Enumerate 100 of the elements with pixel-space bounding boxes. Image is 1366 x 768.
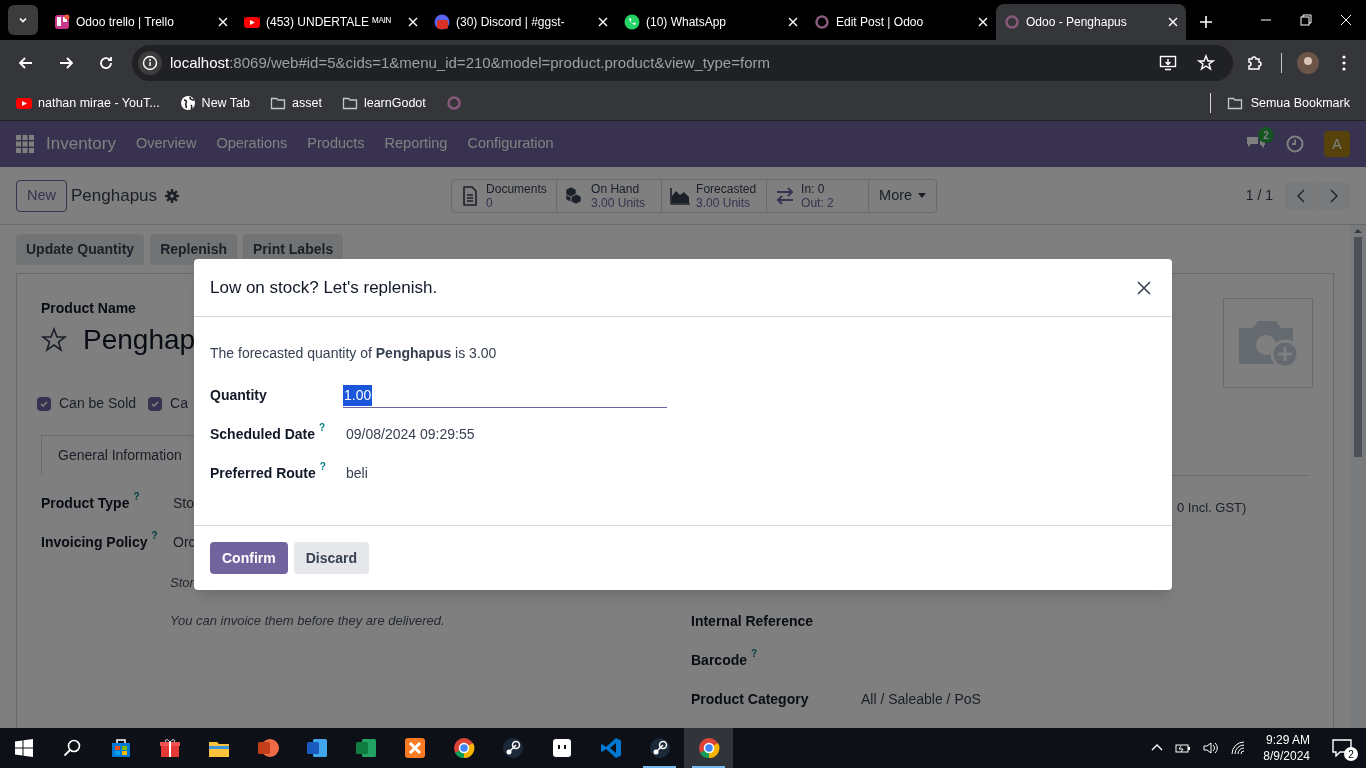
app-name[interactable]: Inventory (46, 131, 116, 157)
checkbox-label: Ca (170, 394, 188, 413)
scrollbar[interactable] (1350, 225, 1366, 728)
bookmark[interactable]: learnGodot (337, 89, 430, 117)
more-button[interactable]: More (869, 179, 937, 212)
clock[interactable]: 9:29 AM 8/9/2024 (1259, 732, 1314, 764)
gear-icon[interactable] (165, 188, 180, 203)
slides-app-icon (256, 737, 279, 759)
help-tooltip[interactable]: ? (319, 422, 326, 434)
action-button[interactable]: Replenish (150, 234, 238, 265)
dialog-title: Low on stock? Let's replenish. (210, 276, 438, 299)
code-editor-app-icon (599, 737, 622, 759)
tab-title: Edit Post | Odoo (836, 14, 925, 31)
avatar-icon[interactable] (1297, 52, 1319, 74)
discard-button[interactable]: Discard (293, 542, 370, 574)
bookmark[interactable]: asset (266, 89, 326, 117)
field-label: Preferred Route (210, 464, 316, 483)
speaker-icon[interactable] (1203, 741, 1220, 755)
smart-button[interactable]: On Hand 3.00 Units (557, 179, 663, 212)
folder-icon (341, 95, 358, 111)
help-tooltip[interactable]: ? (133, 491, 140, 503)
field-label: Product Category (691, 690, 809, 709)
ring-icon (1004, 14, 1020, 30)
url-text: localhost:8069/web#id=5&cids=1&menu_id=210&model=product.product&view_type=form (170, 52, 771, 73)
checkbox[interactable] (148, 396, 163, 411)
checkmark-icon (39, 398, 49, 409)
chevron-left-icon (1297, 188, 1305, 203)
puzzle-icon[interactable] (1246, 54, 1264, 72)
close-icon[interactable] (1340, 14, 1352, 26)
box-face-app-icon (550, 737, 573, 759)
search-icon[interactable] (63, 739, 81, 757)
tab-list-button[interactable] (8, 5, 38, 35)
field-label: Quantity (210, 386, 267, 405)
browser-tab[interactable]: (453) UNDERTALE ᴹᴬᴵᴺ (236, 4, 426, 40)
transfer-arrows-icon (775, 185, 796, 206)
windows-logo-icon[interactable] (15, 739, 33, 757)
checkbox[interactable] (37, 396, 51, 411)
restore-icon[interactable] (1300, 14, 1312, 26)
browser-tab[interactable]: Odoo - Penghapus (996, 4, 1186, 40)
tab-title: (453) UNDERTALE ᴹᴬᴵᴺ (266, 14, 392, 31)
user-avatar[interactable]: A (1324, 131, 1350, 157)
browser-tab[interactable]: Odoo trello | Trello (46, 4, 236, 40)
menu-item[interactable]: Overview (135, 133, 197, 155)
steam-app-icon (501, 737, 524, 759)
kebab-menu-icon[interactable] (1342, 55, 1346, 71)
app-grid-icon[interactable] (16, 135, 34, 153)
browser-tab[interactable]: Edit Post | Odoo (806, 4, 996, 40)
browser-tab[interactable]: (30) Discord | #ggst- (426, 4, 616, 40)
document-app-icon (305, 737, 328, 759)
smart-button[interactable]: Documents 0 (452, 179, 558, 212)
quantity-input[interactable]: 1.00 (343, 383, 667, 408)
area-chart-icon (670, 185, 691, 206)
help-note: Stor (170, 574, 195, 592)
close-icon[interactable] (408, 17, 418, 27)
action-button[interactable]: Update Quantity (16, 234, 145, 265)
folder-icon (1226, 95, 1243, 111)
help-tooltip[interactable]: ? (151, 530, 158, 542)
info-icon (138, 51, 162, 75)
back-icon[interactable] (18, 55, 34, 71)
reload-icon[interactable] (98, 55, 114, 71)
close-icon (1137, 280, 1151, 295)
bookmark[interactable]: nathan mirae - YouT... (12, 89, 164, 117)
taskbar-app[interactable] (684, 728, 733, 768)
message-count-badge: 2 (1258, 127, 1274, 143)
close-icon[interactable] (978, 17, 988, 27)
server-app-icon (403, 737, 426, 759)
product-name: Penghap (83, 323, 196, 357)
field-label: Invoicing Policy (41, 533, 148, 552)
forward-icon[interactable] (58, 55, 74, 71)
close-icon[interactable] (218, 17, 228, 27)
confirm-button[interactable]: Confirm (210, 542, 288, 574)
battery-icon[interactable] (1175, 742, 1192, 754)
plus-icon[interactable] (1199, 15, 1213, 29)
menu-item[interactable]: Reporting (384, 133, 448, 155)
star-icon[interactable] (41, 327, 67, 353)
help-tooltip[interactable]: ? (751, 648, 758, 660)
spreadsheet-app-icon (354, 737, 377, 759)
menu-item[interactable]: Operations (216, 133, 288, 155)
address-bar[interactable]: localhost:8069/web#id=5&cids=1&menu_id=210&model=product.product&view_type=form (132, 45, 1233, 81)
smart-button[interactable]: In: 0 Out: 2 (767, 179, 870, 212)
close-icon[interactable] (788, 17, 798, 27)
field-label: Internal Reference (691, 612, 814, 631)
help-tooltip[interactable]: ? (319, 461, 326, 473)
play-icon (244, 14, 260, 30)
tab-title: Odoo trello | Trello (76, 14, 175, 31)
close-icon[interactable] (598, 17, 608, 27)
smart-button[interactable]: Forecasted 3.00 Units (662, 179, 768, 212)
all-bookmarks-button[interactable]: Semua Bookmark (1222, 93, 1354, 113)
browser-tab[interactable]: (10) WhatsApp (616, 4, 806, 40)
menu-item[interactable]: Products (307, 133, 365, 155)
ring-icon (814, 14, 830, 30)
tab-title: (30) Discord | #ggst- (456, 14, 566, 31)
menu-item[interactable]: Configuration (467, 133, 554, 155)
new-button[interactable]: New (16, 179, 67, 212)
clock-icon[interactable] (1286, 135, 1304, 153)
calendar-badge-icon (434, 14, 450, 30)
steam-app-icon (648, 737, 671, 759)
bookmark[interactable]: New Tab (175, 89, 255, 117)
field-value: Orc (173, 533, 196, 552)
close-icon[interactable] (1168, 17, 1178, 27)
